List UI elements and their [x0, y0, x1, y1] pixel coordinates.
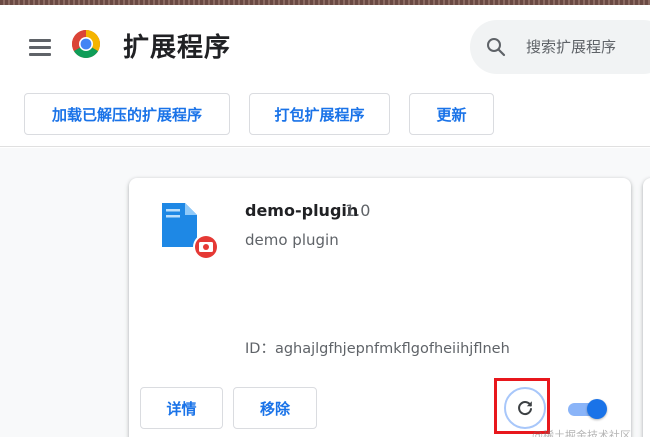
- search-input[interactable]: [526, 34, 650, 60]
- next-extension-card: [643, 178, 650, 437]
- watermark-text: @稀土掘金技术社区: [532, 429, 631, 437]
- hamburger-menu-icon[interactable]: [29, 39, 51, 57]
- pack-extension-button[interactable]: 打包扩展程序: [249, 93, 390, 135]
- page-title: 扩展程序: [123, 33, 232, 63]
- reload-button[interactable]: [504, 387, 546, 429]
- extension-id: ID：aghajlgfhjepnfmkflgofheiihjflneh: [245, 341, 510, 357]
- extension-version: 1.0: [345, 201, 371, 220]
- update-button[interactable]: 更新: [409, 93, 494, 135]
- reload-icon: [518, 401, 532, 416]
- search-box[interactable]: [470, 20, 650, 74]
- extension-enable-toggle[interactable]: [566, 397, 608, 421]
- header-bar: 扩展程序 加载已解压的扩展程序 打包扩展程序 更新: [0, 5, 650, 147]
- details-button[interactable]: 详情: [140, 387, 223, 429]
- chrome-logo-icon: [72, 30, 100, 58]
- toggle-thumb: [587, 399, 607, 419]
- remove-button[interactable]: 移除: [233, 387, 317, 429]
- extension-name: demo-plugin: [245, 201, 359, 220]
- extension-file-icon: [162, 203, 219, 260]
- search-icon: [487, 38, 506, 57]
- extension-description: demo plugin: [245, 231, 339, 249]
- load-unpacked-button[interactable]: 加载已解压的扩展程序: [24, 93, 230, 135]
